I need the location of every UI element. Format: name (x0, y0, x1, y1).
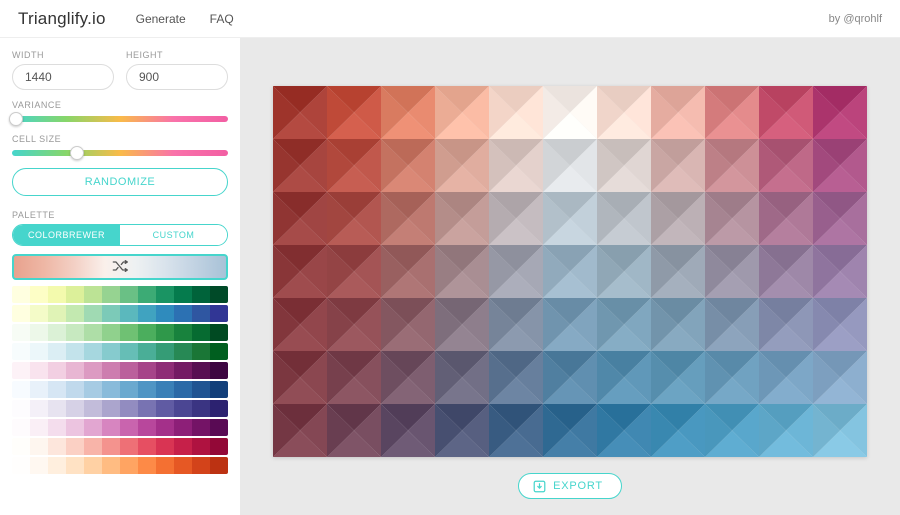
sidebar: WIDTH HEIGHT VARIANCE CELL SIZE RANDOMIZ… (0, 38, 240, 515)
variance-label: VARIANCE (12, 100, 228, 110)
palette-label: PALETTE (12, 210, 228, 220)
topbar: Trianglify.io Generate FAQ by @qrohlf (0, 0, 900, 38)
palette-shuffle-button[interactable] (12, 254, 228, 280)
palette-row[interactable] (12, 343, 228, 360)
variance-slider[interactable] (12, 116, 228, 122)
export-icon (533, 480, 546, 493)
palette-row[interactable] (12, 305, 228, 322)
width-input[interactable] (12, 64, 114, 90)
cellsize-slider[interactable] (12, 150, 228, 156)
height-input[interactable] (126, 64, 228, 90)
palette-row[interactable] (12, 362, 228, 379)
cellsize-label: CELL SIZE (12, 134, 228, 144)
tab-custom[interactable]: CUSTOM (120, 225, 227, 245)
palette-row[interactable] (12, 381, 228, 398)
cellsize-thumb[interactable] (70, 146, 84, 160)
palette-row[interactable] (12, 438, 228, 455)
tab-colorbrewer[interactable]: COLORBREWER (13, 225, 120, 245)
width-label: WIDTH (12, 50, 114, 60)
palette-row[interactable] (12, 400, 228, 417)
byline[interactable]: by @qrohlf (829, 13, 882, 25)
shuffle-icon (112, 260, 128, 275)
palette-list (12, 286, 228, 474)
palette-row[interactable] (12, 419, 228, 436)
canvas-area: EXPORT (240, 38, 900, 515)
nav-generate[interactable]: Generate (136, 12, 186, 26)
export-label: EXPORT (553, 480, 603, 492)
palette-row[interactable] (12, 324, 228, 341)
logo: Trianglify.io (18, 9, 106, 29)
palette-row[interactable] (12, 286, 228, 303)
palette-tabs: COLORBREWER CUSTOM (12, 224, 228, 246)
nav-faq[interactable]: FAQ (210, 12, 234, 26)
palette-row[interactable] (12, 457, 228, 474)
randomize-button[interactable]: RANDOMIZE (12, 168, 228, 196)
height-label: HEIGHT (126, 50, 228, 60)
variance-thumb[interactable] (9, 112, 23, 126)
export-button[interactable]: EXPORT (518, 473, 622, 499)
preview-canvas (273, 86, 867, 457)
